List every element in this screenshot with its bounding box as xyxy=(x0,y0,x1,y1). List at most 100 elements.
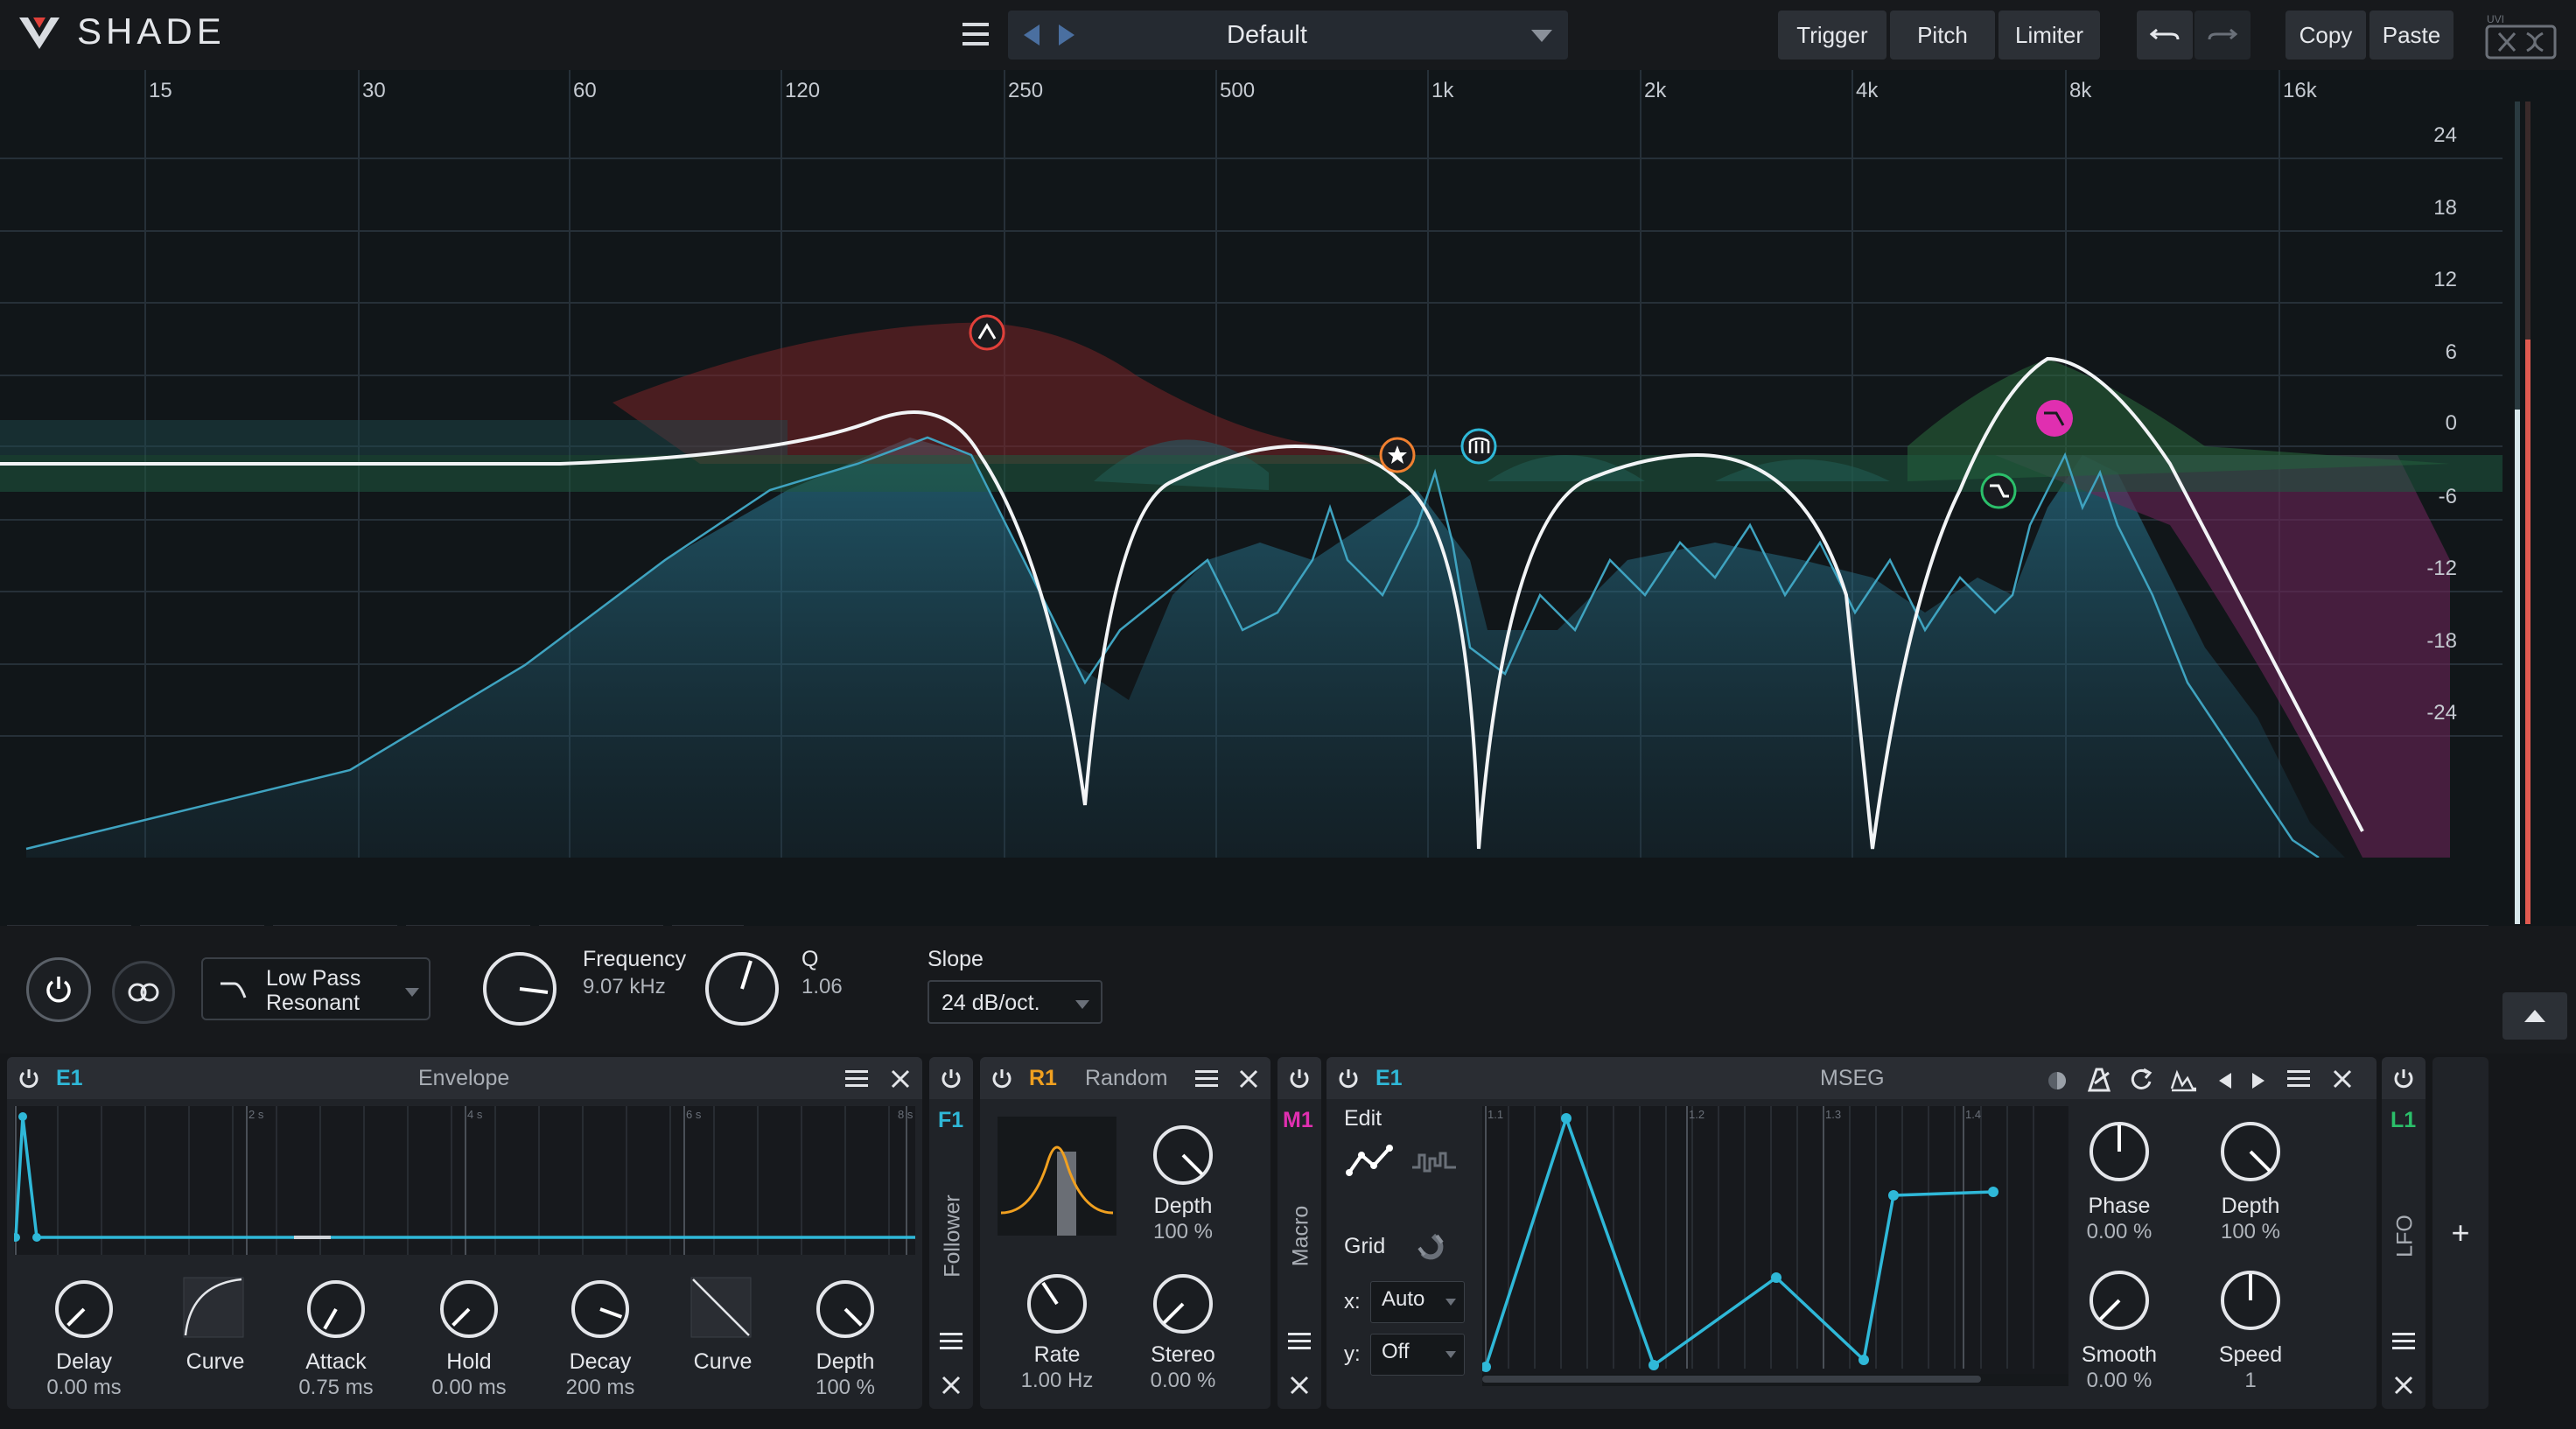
mseg-phase-value[interactable]: 0.00 % xyxy=(2067,1220,2172,1244)
mseg-speed-knob[interactable] xyxy=(2216,1265,2286,1335)
menu-icon[interactable] xyxy=(2392,1332,2417,1351)
mseg-smooth-knob[interactable] xyxy=(2084,1265,2154,1335)
power-icon[interactable] xyxy=(940,1068,962,1090)
close-icon[interactable] xyxy=(1239,1069,1258,1089)
close-icon[interactable] xyxy=(1290,1376,1309,1395)
mseg-speed-value[interactable]: 1 xyxy=(2198,1369,2303,1393)
power-icon[interactable] xyxy=(18,1068,40,1090)
envelope-param-label: Hold xyxy=(446,1349,492,1374)
menu-icon[interactable] xyxy=(2287,1069,2312,1089)
frequency-knob[interactable] xyxy=(478,947,562,1031)
redo-button[interactable] xyxy=(2194,11,2250,60)
magnet-icon[interactable] xyxy=(1414,1229,1449,1264)
power-icon[interactable] xyxy=(1288,1068,1311,1090)
random-depth-knob[interactable] xyxy=(1148,1120,1218,1190)
mseg-phase-knob[interactable] xyxy=(2084,1117,2154,1187)
envelope-decay-knob[interactable] xyxy=(567,1276,634,1342)
q-knob[interactable] xyxy=(700,947,784,1031)
random-panel: R1 Random Depth 100 % Rate 1.00 Hz Stere… xyxy=(980,1057,1270,1409)
envelope-param-label: Delay xyxy=(56,1349,112,1374)
top-bar: SHADE Default Trigger Pitch Limiter Copy… xyxy=(0,0,2576,70)
limiter-button[interactable]: Limiter xyxy=(1998,11,2100,60)
envelope-param-value[interactable]: 0.75 ms xyxy=(284,1376,388,1400)
metronome-icon[interactable] xyxy=(2086,1068,2112,1092)
envelope-param-value[interactable]: 0.00 ms xyxy=(32,1376,136,1400)
db-axis-label: 0 xyxy=(2445,411,2457,435)
pitch-button[interactable]: Pitch xyxy=(1890,11,1995,60)
envelope-param-value[interactable]: 200 ms xyxy=(548,1376,653,1400)
envelope-curve-shape[interactable] xyxy=(182,1276,245,1339)
close-icon[interactable] xyxy=(942,1376,961,1395)
next-preset-icon[interactable] xyxy=(1057,23,1078,47)
db-axis-label: -18 xyxy=(2426,629,2457,653)
macro-header xyxy=(1278,1057,1321,1099)
macro-title: Macro xyxy=(1288,1205,1313,1267)
random-depth-value[interactable]: 100 % xyxy=(1130,1220,1236,1244)
add-modulator-button[interactable]: + xyxy=(2432,1057,2488,1409)
draw-step-icon[interactable] xyxy=(1410,1148,1458,1178)
mseg-y-value: Off xyxy=(1382,1340,1410,1363)
q-value[interactable]: 1.06 xyxy=(802,975,843,999)
envelope-param-label: Attack xyxy=(305,1349,367,1374)
shape-icon[interactable] xyxy=(2170,1068,2198,1092)
envelope-hold-knob[interactable] xyxy=(436,1276,502,1342)
menu-icon[interactable] xyxy=(1195,1069,1220,1089)
band-controls: Low Pass Resonant Frequency 9.07 kHz Q 1… xyxy=(0,926,2576,1054)
envelope-time-mark: 8 s xyxy=(898,1108,914,1121)
close-icon[interactable] xyxy=(891,1069,910,1089)
menu-icon[interactable] xyxy=(1288,1332,1312,1351)
mseg-smooth-label: Smooth xyxy=(2081,1342,2158,1367)
distribution-graph[interactable] xyxy=(998,1117,1116,1236)
eq-display[interactable]: 15 30 60 120 250 500 1k 2k 4k 8k 16k 24 18 12 6 0 -6 -12… xyxy=(0,70,2576,996)
copy-button[interactable]: Copy xyxy=(2286,11,2366,60)
collapse-panel-button[interactable] xyxy=(2502,992,2567,1040)
band-power-button[interactable] xyxy=(26,957,91,1022)
mseg-depth-value[interactable]: 100 % xyxy=(2198,1220,2303,1244)
frequency-value[interactable]: 9.07 kHz xyxy=(583,975,666,999)
envelope-graph[interactable]: 2 s 4 s 6 s 8 s xyxy=(14,1106,915,1255)
close-icon[interactable] xyxy=(2333,1069,2352,1089)
power-icon[interactable] xyxy=(2392,1068,2415,1090)
envelope-delay-knob[interactable] xyxy=(51,1276,117,1342)
prev-preset-icon[interactable] xyxy=(1020,23,1041,47)
menu-icon[interactable] xyxy=(845,1069,870,1089)
svg-text:UVI: UVI xyxy=(2487,13,2504,25)
preset-dropdown-icon[interactable] xyxy=(1530,28,1554,44)
random-stereo-knob[interactable] xyxy=(1148,1269,1218,1339)
next-shape-icon[interactable] xyxy=(2250,1071,2268,1090)
menu-icon[interactable] xyxy=(962,21,992,49)
prev-shape-icon[interactable] xyxy=(2216,1071,2233,1090)
menu-icon[interactable] xyxy=(940,1332,964,1351)
power-icon[interactable] xyxy=(990,1068,1013,1090)
mseg-graph[interactable]: 1.1 1.2 1.3 1.4 xyxy=(1482,1106,2068,1386)
random-stereo-value[interactable]: 0.00 % xyxy=(1130,1369,1236,1393)
draw-line-icon[interactable] xyxy=(1346,1143,1395,1178)
mseg-smooth-value[interactable]: 0.00 % xyxy=(2067,1369,2172,1393)
mseg-x-dropdown[interactable]: Auto xyxy=(1370,1281,1465,1323)
envelope-depth-knob[interactable] xyxy=(812,1276,878,1342)
envelope-param-label: Decay xyxy=(569,1349,632,1374)
mseg-speed-label: Speed xyxy=(2218,1342,2283,1367)
envelope-param-value[interactable]: 0.00 ms xyxy=(416,1376,522,1400)
random-rate-knob[interactable] xyxy=(1022,1269,1092,1339)
mseg-depth-knob[interactable] xyxy=(2216,1117,2286,1187)
envelope-attack-knob[interactable] xyxy=(303,1276,369,1342)
power-icon[interactable] xyxy=(1337,1068,1360,1090)
random-rate-value[interactable]: 1.00 Hz xyxy=(1004,1369,1110,1393)
envelope-param-value[interactable]: 100 % xyxy=(793,1376,898,1400)
filter-type-line1: Low Pass xyxy=(266,966,361,991)
envelope-curve-shape[interactable] xyxy=(690,1276,752,1339)
close-icon[interactable] xyxy=(2394,1376,2413,1395)
retrigger-icon[interactable] xyxy=(2046,1069,2068,1092)
preset-selector[interactable]: Default xyxy=(1008,11,1568,60)
trigger-button[interactable]: Trigger xyxy=(1778,11,1886,60)
paste-button[interactable]: Paste xyxy=(2370,11,2454,60)
follower-panel: F1 Follower xyxy=(929,1057,973,1409)
slope-dropdown[interactable]: 24 dB/oct. xyxy=(928,980,1102,1024)
mseg-y-dropdown[interactable]: Off xyxy=(1370,1334,1465,1376)
loop-icon[interactable] xyxy=(2128,1068,2154,1092)
stereo-link-button[interactable] xyxy=(112,961,175,1024)
undo-button[interactable] xyxy=(2137,11,2193,60)
filter-type-dropdown[interactable]: Low Pass Resonant xyxy=(201,957,430,1020)
mseg-header: E1 MSEG xyxy=(1326,1057,2376,1099)
